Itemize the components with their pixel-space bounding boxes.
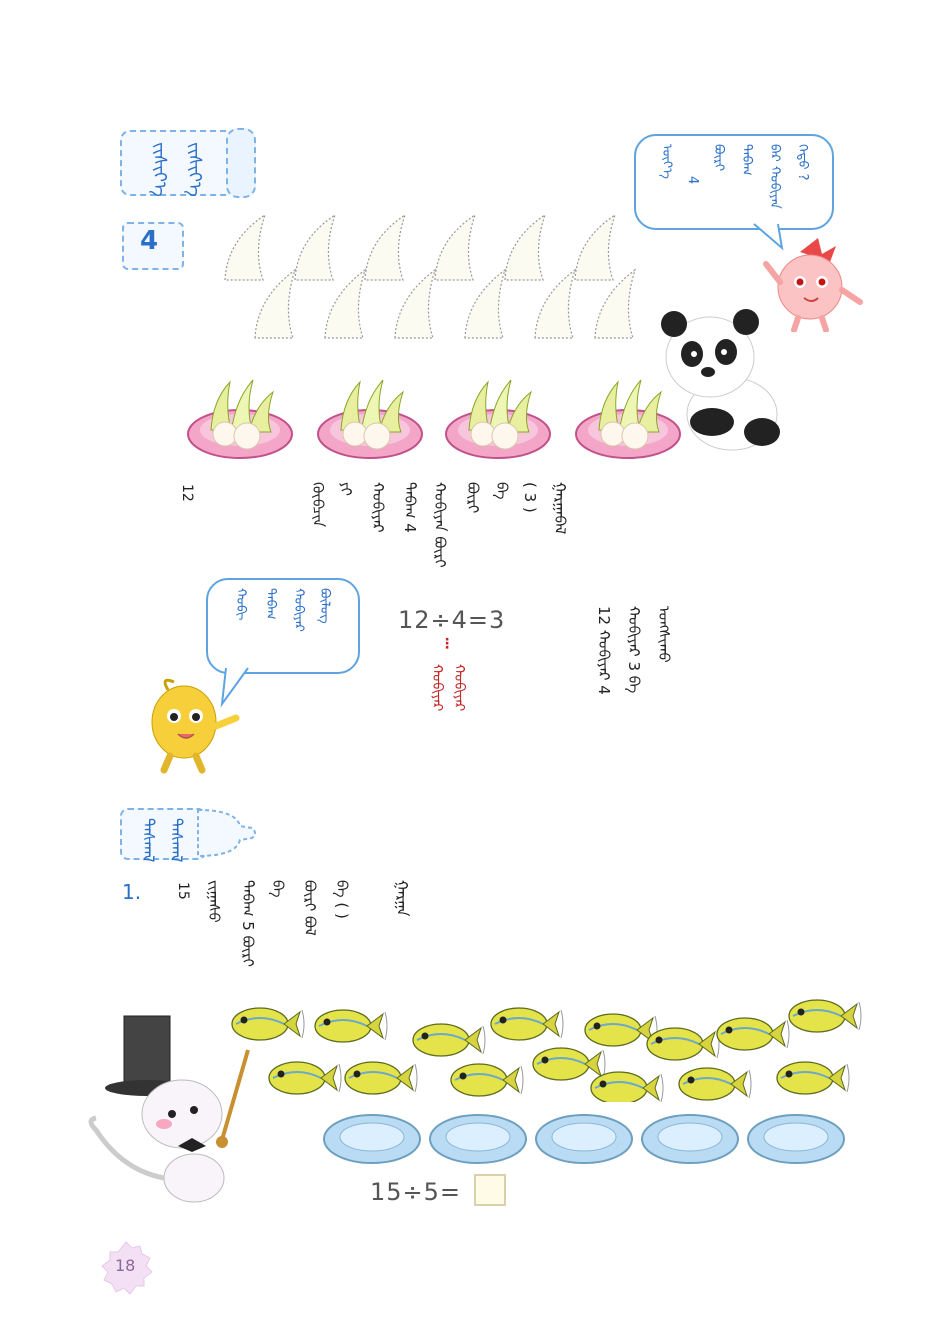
bubble-left-line: ᠪᠦᠯᠦᠭ (317, 588, 332, 624)
exercise-line: ᠵᠢᠭᠠᠰᠤ (205, 880, 223, 923)
blue-plates-row (323, 1114, 845, 1164)
bubble-left-line: ᠬᠤᠪᠢ (233, 588, 248, 621)
bubble-top-line: ᠪᠡᠷ ᠬᠤᠪᠢᠶᠠᠨ (767, 144, 782, 209)
reading-line: ᠬᠤᠪᠢᠶᠠᠷ 3 ᠪᠠ (625, 606, 643, 694)
exercise-banner-tip (197, 808, 256, 858)
equation-note-2: ᠬᠤᠪᠢᠶᠠᠷ (451, 664, 467, 712)
fish-icon (344, 1061, 418, 1095)
bamboo-shoot-icon (364, 213, 407, 281)
fish-icon (268, 1061, 342, 1095)
plates-row (187, 379, 681, 459)
bubble-top-line: ᠦᠶ᠎ᠡ (659, 144, 674, 179)
bubble-top-line: ᠪᠦᠷᠢ (711, 144, 726, 172)
bubble-top-line: 4 (685, 176, 700, 185)
bamboo-shoot-group (224, 213, 637, 339)
example-number: 4 (140, 226, 159, 256)
speech-bubble-left (206, 578, 360, 674)
bamboo-shoot-icon (464, 268, 507, 339)
bubble-top-line: ᠲᠠᠪᠠᠭ (739, 144, 754, 176)
bamboo-shoot-icon (324, 268, 367, 339)
empty-plate (323, 1114, 421, 1164)
fish-icon (450, 1063, 524, 1097)
fish-icon (678, 1067, 752, 1101)
fish-icon (314, 1009, 388, 1043)
exercise-line: 15 (175, 882, 191, 900)
problem-line: ᠬᠤᠪᠢᠶᠠᠨ ᠪᠦᠷᠢ (431, 482, 449, 568)
exercise-line: ᠪᠠ ( ) (333, 880, 351, 919)
colon-mark: ⋮ (440, 636, 454, 652)
exercise-number: 1. (122, 880, 142, 904)
problem-line: ᠭᠠᠷᠭᠠᠪᠠᠯ (551, 482, 569, 535)
problem-line: 12 (179, 484, 195, 502)
exercise-line: ᠪᠦᠷᠢ ᠪᠤᠯ (301, 880, 319, 936)
bamboo-shoot-icon (294, 213, 337, 281)
bamboo-shoot-icon (534, 268, 577, 339)
fish-icon (532, 1047, 606, 1081)
reading-line: 12 ᠬᠤᠪᠢᠶᠠᠷ 4 (595, 606, 613, 695)
problem-line: ᠲᠠᠪᠠᠭ 4 (401, 482, 419, 533)
yellow-mascot-illustration (151, 678, 240, 774)
bubble-top-line: ᠬᠡᠳᠦ ? (795, 144, 810, 181)
fish-icon (490, 1007, 564, 1041)
bamboo-shoot-icon (394, 268, 437, 339)
exercise-title-left: ᠳᠠᠰᠬᠠᠯ (139, 818, 158, 863)
reading-line: ᠤᠩᠱᠢᠬᠤ (655, 606, 673, 663)
fish-group (231, 999, 862, 1102)
exercise-line: ᠭᠠᠷᠭᠠ (393, 880, 411, 917)
exercise-line: ᠪᠠ (269, 880, 287, 898)
answer-box[interactable] (474, 1174, 506, 1206)
problem-line: ᠬᠤᠪᠢᠶᠠᠷ (369, 482, 387, 533)
exercise-title-right: ᠳᠠᠰᠬᠠᠯ (167, 818, 186, 863)
section-title-right: ᠵᠢᠱᠢᠶ᠎ᠡ (184, 142, 205, 197)
empty-plate (641, 1114, 739, 1164)
problem-line: ( 3 ) (521, 482, 539, 513)
plate-with-bamboo (317, 379, 423, 459)
problem-line: ᠪᠠ (493, 482, 511, 500)
fish-icon (788, 999, 862, 1033)
section-title-left: ᠵᠢᠱᠢᠶ᠎ᠡ (149, 142, 170, 197)
bamboo-shoot-icon (254, 268, 297, 339)
plate-with-bamboo (445, 379, 551, 459)
exercise-banner (120, 808, 206, 860)
empty-plate (429, 1114, 527, 1164)
exercise-line: ᠲᠠᠪᠠᠭ 5 ᠪᠦᠷᠢ (239, 880, 257, 967)
equation-exercise: 15÷5= (370, 1178, 462, 1206)
scroll-roll-icon (226, 128, 256, 198)
problem-line: ᠶᠢ (337, 482, 355, 496)
cat-magician-illustration (88, 1015, 250, 1203)
fish-icon (584, 1013, 658, 1047)
fish-icon (412, 1023, 486, 1057)
bamboo-shoot-icon (224, 213, 267, 281)
empty-plate (535, 1114, 633, 1164)
section-banner (120, 130, 236, 196)
bamboo-shoot-icon (504, 213, 547, 281)
problem-line: ᠬᠦᠪᠴᠢᠨ (309, 482, 327, 528)
page-number: 18 (115, 1256, 136, 1275)
problem-line: ᠪᠦᠷᠢ (464, 482, 482, 514)
fish-icon (646, 1027, 720, 1061)
bubble-left-line: ᠲᠠᠪᠠᠭ (263, 588, 278, 620)
plate-with-bamboo (575, 379, 681, 459)
empty-plate (747, 1114, 845, 1164)
equation-main: 12÷4=3 (398, 606, 506, 634)
equation-note: ᠬᠤᠪᠢᠶᠠᠷ (429, 664, 445, 712)
fish-icon (716, 1017, 790, 1051)
bamboo-shoot-icon (574, 213, 617, 281)
bamboo-shoot-icon (434, 213, 477, 281)
bubble-left-line: ᠬᠤᠪᠢᠶᠠᠷ (291, 588, 306, 632)
fish-icon (776, 1061, 850, 1095)
fish-icon (590, 1071, 664, 1102)
plate-with-bamboo (187, 379, 293, 459)
